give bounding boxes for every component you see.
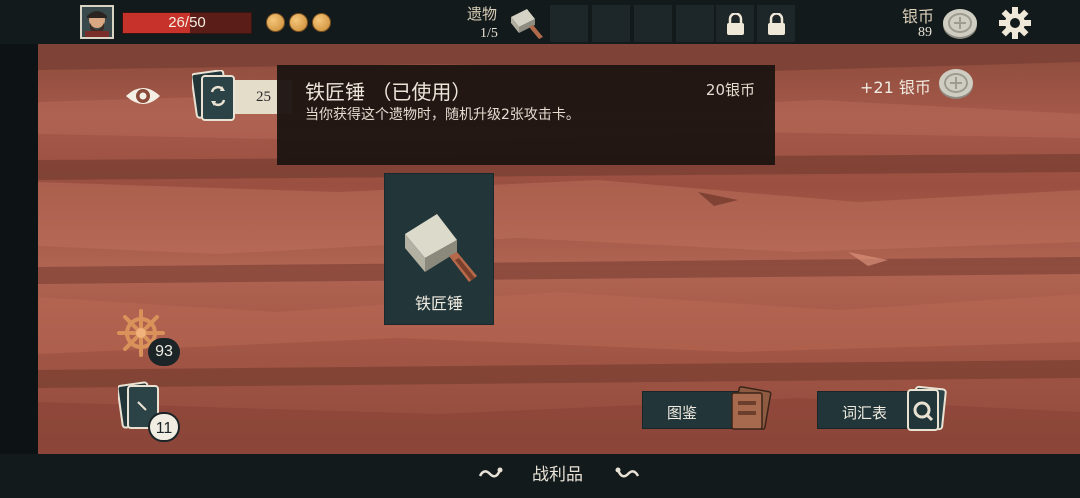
energy-orb-icon [312, 13, 331, 32]
energy-orb-icon [289, 13, 308, 32]
blacksmith-hammer-icon [511, 9, 543, 39]
player-avatar[interactable] [80, 5, 114, 39]
captain-portrait-icon [82, 7, 112, 37]
energy-orb-icon [266, 13, 285, 32]
settings-gear-icon[interactable] [998, 6, 1032, 40]
hp-text: 26/50 [168, 14, 206, 31]
silver-count: 89 [918, 25, 932, 40]
bottom-bar: 战利品 [0, 454, 1080, 498]
relic-slot-empty[interactable] [550, 5, 588, 42]
silver-label: 银币 [902, 7, 935, 26]
relic-slot-locked[interactable] [757, 5, 795, 42]
codex-button-label: 图鉴 [667, 404, 698, 422]
tooltip-price: 20银币 [705, 81, 755, 99]
lock-icon [768, 13, 785, 35]
top-bar: 26/50 遗物 1/5 银币 89 [0, 0, 1080, 44]
relic-reward-card[interactable]: 铁匠锤 [384, 173, 494, 325]
game-screen: 26/50 遗物 1/5 银币 89 25 铁匠锤 （已使用） 20银币 当你获… [0, 0, 1080, 498]
relic-tooltip: 铁匠锤 （已使用） 20银币 当你获得这个遗物时，随机升级2张攻击卡。 [277, 65, 775, 165]
hp-bar: 26/50 [122, 12, 252, 34]
reward-silver-text: +21 银币 [860, 78, 931, 97]
lock-icon [727, 13, 744, 35]
tooltip-title: 铁匠锤 （已使用） [305, 80, 472, 104]
loot-title: 战利品 [532, 465, 583, 485]
codex-book-icon[interactable] [728, 383, 774, 431]
relic-slot-empty[interactable] [676, 5, 714, 42]
relic-slot-empty[interactable] [592, 5, 630, 42]
silver-coin-icon [939, 69, 973, 99]
relic-slot-locked[interactable] [716, 5, 754, 42]
ornament-right-icon [615, 467, 640, 478]
glossary-button[interactable]: 词汇表 [817, 391, 913, 429]
relic-card-name: 铁匠锤 [414, 294, 463, 313]
silver-coin-icon [943, 9, 977, 39]
glossary-magnifier-icon[interactable] [904, 384, 950, 432]
relic-slot-hammer[interactable] [507, 5, 545, 42]
blacksmith-hammer-icon [405, 214, 477, 282]
deck-cards-icon[interactable] [192, 70, 240, 122]
tooltip-description: 当你获得这个遗物时，随机升级2张攻击卡。 [305, 107, 580, 123]
relic-slot-empty[interactable] [634, 5, 672, 42]
relics-label: 遗物 [467, 5, 498, 23]
view-eye-icon[interactable] [124, 82, 162, 110]
codex-button[interactable]: 图鉴 [642, 391, 738, 429]
left-screen-edge [0, 0, 38, 498]
glossary-button-label: 词汇表 [842, 404, 888, 422]
ornament-left-icon [478, 467, 503, 478]
ship-wheel-count: 93 [148, 338, 180, 366]
relics-count: 1/5 [480, 26, 498, 41]
draw-pile-count: 11 [148, 412, 180, 442]
